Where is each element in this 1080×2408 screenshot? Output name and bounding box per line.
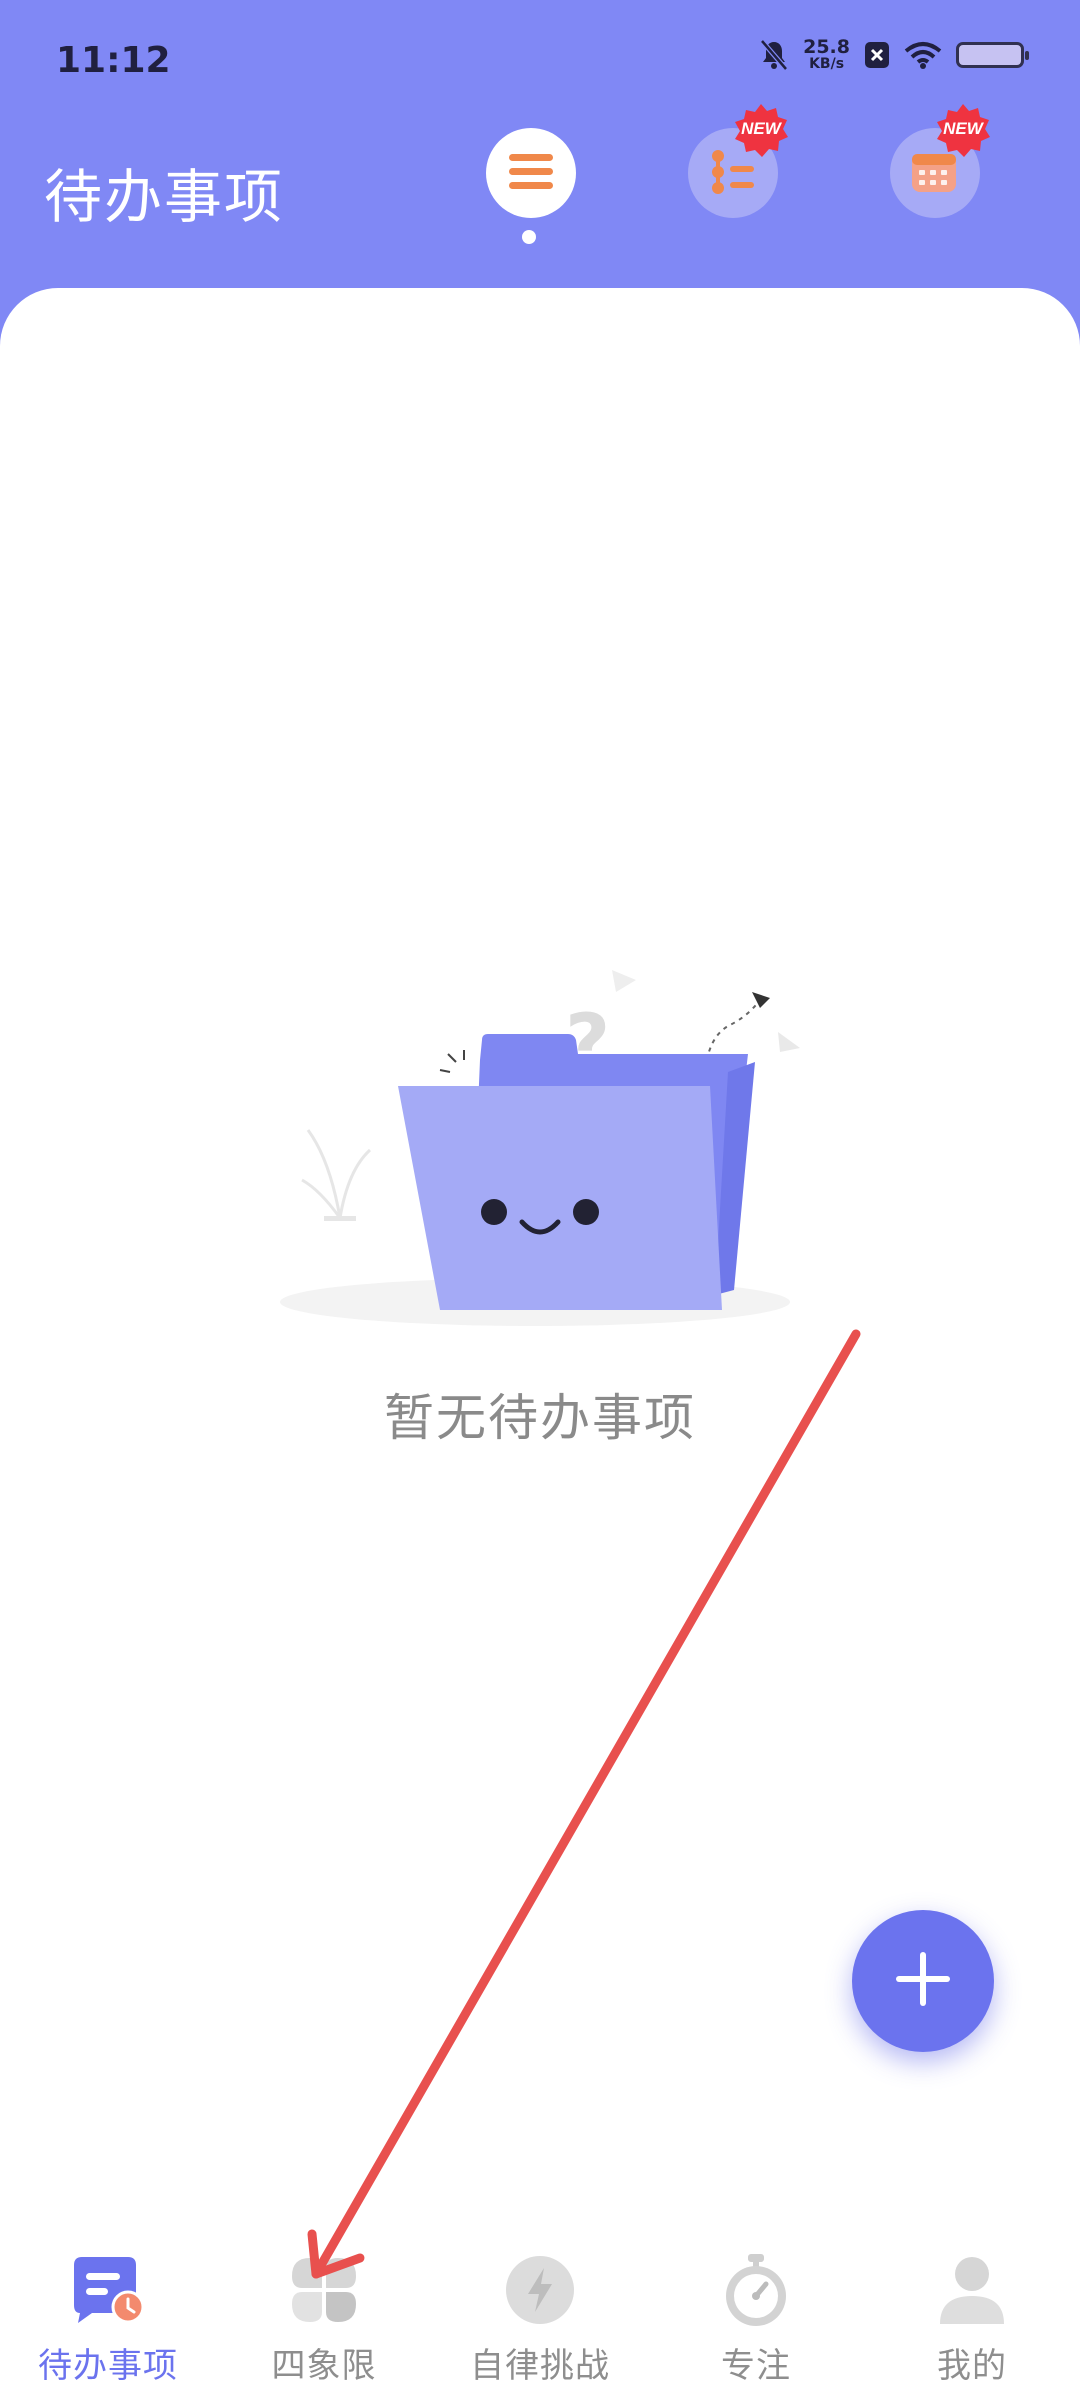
new-badge: NEW bbox=[934, 102, 992, 160]
wifi-icon bbox=[904, 41, 942, 69]
new-badge-text: NEW bbox=[741, 119, 781, 138]
net-speed: 25.8 KB/s bbox=[803, 38, 850, 72]
menu-icon bbox=[507, 151, 555, 195]
new-badge: NEW bbox=[732, 102, 790, 160]
plus-icon bbox=[894, 1950, 952, 2012]
stopwatch-icon bbox=[716, 2250, 796, 2330]
smiling-folder-icon: ? bbox=[260, 950, 820, 1340]
quadrant-icon bbox=[284, 2250, 364, 2330]
net-speed-value: 25.8 bbox=[803, 36, 850, 58]
todo-list-icon bbox=[68, 2250, 148, 2330]
calendar-button[interactable]: NEW bbox=[890, 104, 990, 218]
x-app-icon bbox=[864, 41, 890, 69]
status-bar: 11:12 25.8 KB/s bbox=[0, 0, 1080, 120]
status-icons: 25.8 KB/s bbox=[759, 38, 1029, 72]
bottom-nav-todo[interactable]: 待办事项 bbox=[0, 2220, 216, 2408]
nav-label: 我的 bbox=[937, 2346, 1007, 2386]
empty-state-text: 暂无待办事项 bbox=[384, 1389, 696, 1447]
bottom-nav-mine[interactable]: 我的 bbox=[864, 2220, 1080, 2408]
nav-label: 专注 bbox=[721, 2346, 791, 2386]
nav-label: 自律挑战 bbox=[470, 2346, 610, 2386]
nav-label: 待办事项 bbox=[38, 2346, 178, 2386]
active-indicator-dot bbox=[522, 230, 536, 244]
bottom-nav-challenge[interactable]: 自律挑战 bbox=[432, 2220, 648, 2408]
lightning-icon bbox=[500, 2250, 580, 2330]
bottom-nav: 待办事项 四象限 自律挑战 专注 我的 bbox=[0, 2220, 1080, 2408]
page-title: 待办事项 bbox=[44, 163, 285, 231]
bell-off-icon bbox=[759, 39, 789, 71]
mind-map-button[interactable]: NEW bbox=[688, 104, 788, 218]
status-time: 11:12 bbox=[56, 40, 171, 81]
add-task-button[interactable] bbox=[852, 1910, 994, 2052]
menu-button[interactable] bbox=[486, 128, 576, 218]
person-icon bbox=[932, 2250, 1012, 2330]
new-badge-text: NEW bbox=[943, 119, 983, 138]
nav-label: 四象限 bbox=[271, 2346, 377, 2386]
battery-icon bbox=[956, 42, 1029, 68]
net-speed-unit: KB/s bbox=[809, 56, 845, 72]
bottom-nav-quadrant[interactable]: 四象限 bbox=[216, 2220, 432, 2408]
bottom-nav-focus[interactable]: 专注 bbox=[648, 2220, 864, 2408]
